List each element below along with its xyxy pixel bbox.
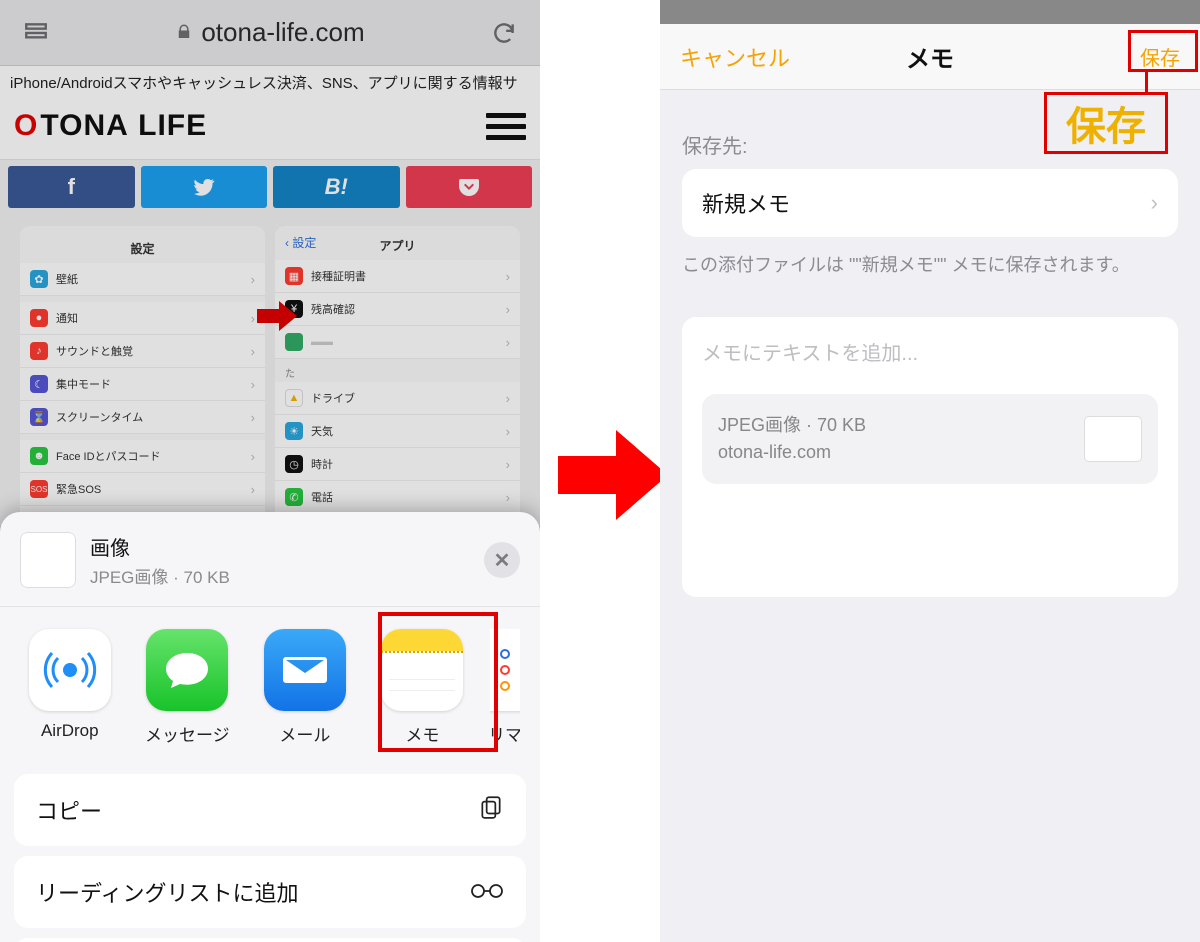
site-header: OTONA LIFE xyxy=(0,99,540,160)
amazon-search-action[interactable]: Amazonで商品を検索する xyxy=(14,938,526,942)
lock-icon xyxy=(175,17,193,48)
share-item-thumbnail xyxy=(20,532,76,588)
note-attachment[interactable]: JPEG画像 · 70 KB otona-life.com xyxy=(702,394,1158,484)
url-display[interactable]: otona-life.com xyxy=(175,17,364,48)
share-item-subtitle: JPEG画像 · 70 KB xyxy=(90,563,230,588)
twitter-share-button[interactable] xyxy=(141,166,268,208)
hamburger-menu-button[interactable] xyxy=(486,113,526,140)
mail-label: メール xyxy=(279,721,330,746)
site-logo[interactable]: OTONA LIFE xyxy=(14,109,207,143)
logo-text: TONA LIFE xyxy=(40,109,207,143)
destination-value: 新規メモ xyxy=(702,187,790,219)
social-share-row: f B! xyxy=(0,166,540,208)
hatena-share-button[interactable]: B! xyxy=(273,166,400,208)
facebook-share-button[interactable]: f xyxy=(8,166,135,208)
annotation-arrow-center xyxy=(558,430,668,520)
annotation-arrow-mini xyxy=(257,301,297,336)
share-item-title: 画像 xyxy=(90,532,230,561)
destination-subtext: この添付ファイルは ""新規メモ"" メモに保存されます。 xyxy=(682,251,1178,277)
pocket-share-button[interactable] xyxy=(406,166,533,208)
note-placeholder: メモにテキストを追加... xyxy=(702,337,1158,366)
reminders-label: リマ xyxy=(490,721,520,746)
apps-card: ‹ 設定 アプリ ▦接種証明書› ¥残高確認› ▬▬› た ▲ドライブ› ☀天気… xyxy=(275,226,520,526)
background-dim-strip xyxy=(660,0,1200,24)
copy-icon xyxy=(478,794,504,826)
url-text: otona-life.com xyxy=(201,17,364,48)
messages-share-target[interactable]: メッセージ xyxy=(138,629,238,746)
settings-card-title: 設定 xyxy=(20,234,265,263)
article-screenshots: 設定 ✿壁紙› ●通知› ♪サウンドと触覚› ☾集中モード› ⌛スクリーンタイム… xyxy=(0,208,540,526)
notes-label: メモ xyxy=(405,721,439,746)
reader-layout-button[interactable] xyxy=(18,15,54,51)
destination-label: 保存先: xyxy=(682,130,1178,159)
notes-icon xyxy=(381,629,463,711)
attachment-line2: otona-life.com xyxy=(718,439,866,466)
webpage-behind-sheet: iPhone/Androidスマホやキャッシュレス決済、SNS、アプリに関する情… xyxy=(0,66,540,526)
notes-share-target[interactable]: メモ xyxy=(373,629,473,746)
copy-action[interactable]: コピー xyxy=(14,774,526,846)
phone-right-screen: キャンセル メモ 保存 保存先: 新規メモ › この添付ファイルは ""新規メモ… xyxy=(660,0,1200,942)
reading-list-label: リーディングリストに追加 xyxy=(36,876,298,908)
safari-address-bar: otona-life.com xyxy=(0,0,540,66)
share-actions-list-2: リーディングリストに追加 xyxy=(14,856,526,928)
chevron-right-icon: › xyxy=(1151,190,1158,216)
save-button[interactable]: 保存 xyxy=(1140,42,1180,71)
messages-icon xyxy=(146,629,228,711)
notes-save-navbar: キャンセル メモ 保存 xyxy=(660,24,1200,90)
airdrop-icon xyxy=(29,629,111,711)
reminders-icon xyxy=(490,629,520,711)
messages-label: メッセージ xyxy=(145,721,230,746)
reload-button[interactable] xyxy=(486,15,522,51)
destination-picker[interactable]: 新規メモ › xyxy=(682,169,1178,237)
reminders-share-target[interactable]: リマ xyxy=(490,629,520,746)
notes-title: メモ xyxy=(906,39,954,74)
attachment-thumbnail xyxy=(1084,416,1142,462)
share-sheet: 画像 JPEG画像 · 70 KB ✕ AirDrop xyxy=(0,512,540,942)
airdrop-label: AirDrop xyxy=(41,721,99,741)
share-sheet-header: 画像 JPEG画像 · 70 KB ✕ xyxy=(0,524,540,607)
mail-icon xyxy=(264,629,346,711)
reading-list-action[interactable]: リーディングリストに追加 xyxy=(14,856,526,928)
copy-label: コピー xyxy=(36,794,102,826)
share-actions-list-3: Amazonで商品を検索する xyxy=(14,938,526,942)
mail-share-target[interactable]: メール xyxy=(255,629,355,746)
glasses-icon xyxy=(470,879,504,905)
notes-save-body: 保存先: 新規メモ › この添付ファイルは ""新規メモ"" メモに保存されます… xyxy=(660,90,1200,619)
settings-card: 設定 ✿壁紙› ●通知› ♪サウンドと触覚› ☾集中モード› ⌛スクリーンタイム… xyxy=(20,226,265,526)
airdrop-share-target[interactable]: AirDrop xyxy=(20,629,120,741)
close-share-sheet-button[interactable]: ✕ xyxy=(484,542,520,578)
note-text-area[interactable]: メモにテキストを追加... JPEG画像 · 70 KB otona-life.… xyxy=(682,317,1178,597)
site-tagline: iPhone/Androidスマホやキャッシュレス決済、SNS、アプリに関する情… xyxy=(0,66,540,99)
share-apps-row[interactable]: AirDrop メッセージ メール メモ xyxy=(0,607,540,762)
phone-left-screen: otona-life.com iPhone/Androidスマホやキャッシュレス… xyxy=(0,0,540,942)
cancel-button[interactable]: キャンセル xyxy=(680,41,790,73)
share-actions-list: コピー xyxy=(14,774,526,846)
attachment-line1: JPEG画像 · 70 KB xyxy=(718,412,866,439)
